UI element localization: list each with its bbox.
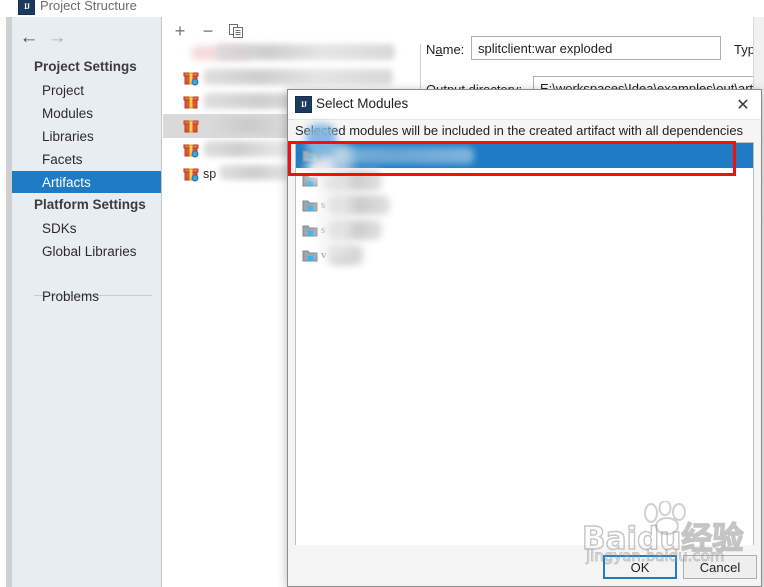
cancel-button-label: Cancel xyxy=(699,559,741,575)
list-item[interactable]: s xyxy=(296,193,753,218)
sidebar-item-project[interactable]: Project xyxy=(12,79,161,101)
sidebar-item-sdks[interactable]: SDKs xyxy=(12,217,161,239)
obscured-region xyxy=(306,124,336,158)
module-icon xyxy=(302,198,318,213)
copy-icon[interactable] xyxy=(225,20,247,42)
artifacts-toolbar: + − xyxy=(163,17,420,45)
intellij-idea-icon: IJ xyxy=(295,96,312,113)
sidebar-item-label: SDKs xyxy=(42,220,77,236)
table-row[interactable] xyxy=(163,66,420,90)
sidebar-item-label: Artifacts xyxy=(42,174,91,190)
window-title: Project Structure xyxy=(40,0,137,13)
obscured-region xyxy=(215,44,395,60)
sidebar-item-label: Project xyxy=(42,82,85,98)
artifact-icon xyxy=(183,94,199,110)
artifact-icon xyxy=(183,142,199,158)
modules-list[interactable]: s s xyxy=(295,142,754,546)
sidebar-item-label: Global Libraries xyxy=(42,243,137,259)
obscured-region xyxy=(203,69,393,85)
ok-button[interactable]: OK xyxy=(603,555,677,579)
sidebar-item-facets[interactable]: Facets xyxy=(12,148,161,170)
sidebar-item-label: Libraries xyxy=(42,128,94,144)
artifact-icon xyxy=(183,166,199,182)
dialog-button-bar: OK Cancel xyxy=(288,545,761,586)
name-label: Name: xyxy=(426,42,465,57)
artifact-icon xyxy=(183,70,199,86)
cancel-button[interactable]: Cancel xyxy=(683,555,757,579)
list-item[interactable]: v xyxy=(296,243,753,268)
list-item[interactable] xyxy=(296,168,753,193)
tree-item-label: sp xyxy=(203,167,217,181)
intellij-idea-icon: IJ xyxy=(18,0,35,15)
settings-sidebar: ← → Project Settings Project Modules Lib… xyxy=(12,17,162,587)
sidebar-group-project-settings: Project Settings xyxy=(34,59,137,74)
dialog-description: Selected modules will be included in the… xyxy=(295,123,744,138)
sidebar-item-artifacts[interactable]: Artifacts xyxy=(12,171,161,193)
sidebar-group-platform-settings: Platform Settings xyxy=(34,197,146,212)
arrow-right-icon[interactable]: → xyxy=(45,26,69,48)
sidebar-item-modules[interactable]: Modules xyxy=(12,102,161,124)
type-label: Typ xyxy=(734,42,755,57)
module-icon xyxy=(302,248,318,263)
sidebar-item-label: Modules xyxy=(42,105,94,121)
sidebar-navigation: ← → xyxy=(17,24,157,52)
arrow-left-icon[interactable]: ← xyxy=(17,26,41,48)
sidebar-item-label: Problems xyxy=(42,288,100,304)
sidebar-item-label: Facets xyxy=(42,151,83,167)
list-item[interactable]: s xyxy=(296,218,753,243)
artifact-icon xyxy=(183,118,199,134)
sidebar-item-problems[interactable]: Problems xyxy=(12,285,161,307)
screenshot-root: IJ Project Structure ← → Project Setting… xyxy=(0,0,764,587)
plus-icon[interactable]: + xyxy=(169,20,191,42)
minus-icon[interactable]: − xyxy=(197,20,219,42)
sidebar-item-libraries[interactable]: Libraries xyxy=(12,125,161,147)
dialog-title: Select Modules xyxy=(316,96,409,111)
name-input[interactable]: splitclient:war exploded xyxy=(471,36,721,60)
close-icon[interactable]: ✕ xyxy=(731,94,755,116)
obscured-region xyxy=(306,158,334,180)
window-titlebar: IJ Project Structure xyxy=(0,0,764,17)
select-modules-dialog: IJ Select Modules ✕ Selected modules wil… xyxy=(287,89,762,587)
module-icon xyxy=(302,223,318,238)
name-input-value: splitclient:war exploded xyxy=(478,40,613,56)
list-item[interactable] xyxy=(296,143,753,168)
dialog-titlebar: IJ Select Modules ✕ xyxy=(288,90,761,120)
ok-button-label: OK xyxy=(630,559,650,575)
sidebar-item-global-libraries[interactable]: Global Libraries xyxy=(12,240,161,262)
